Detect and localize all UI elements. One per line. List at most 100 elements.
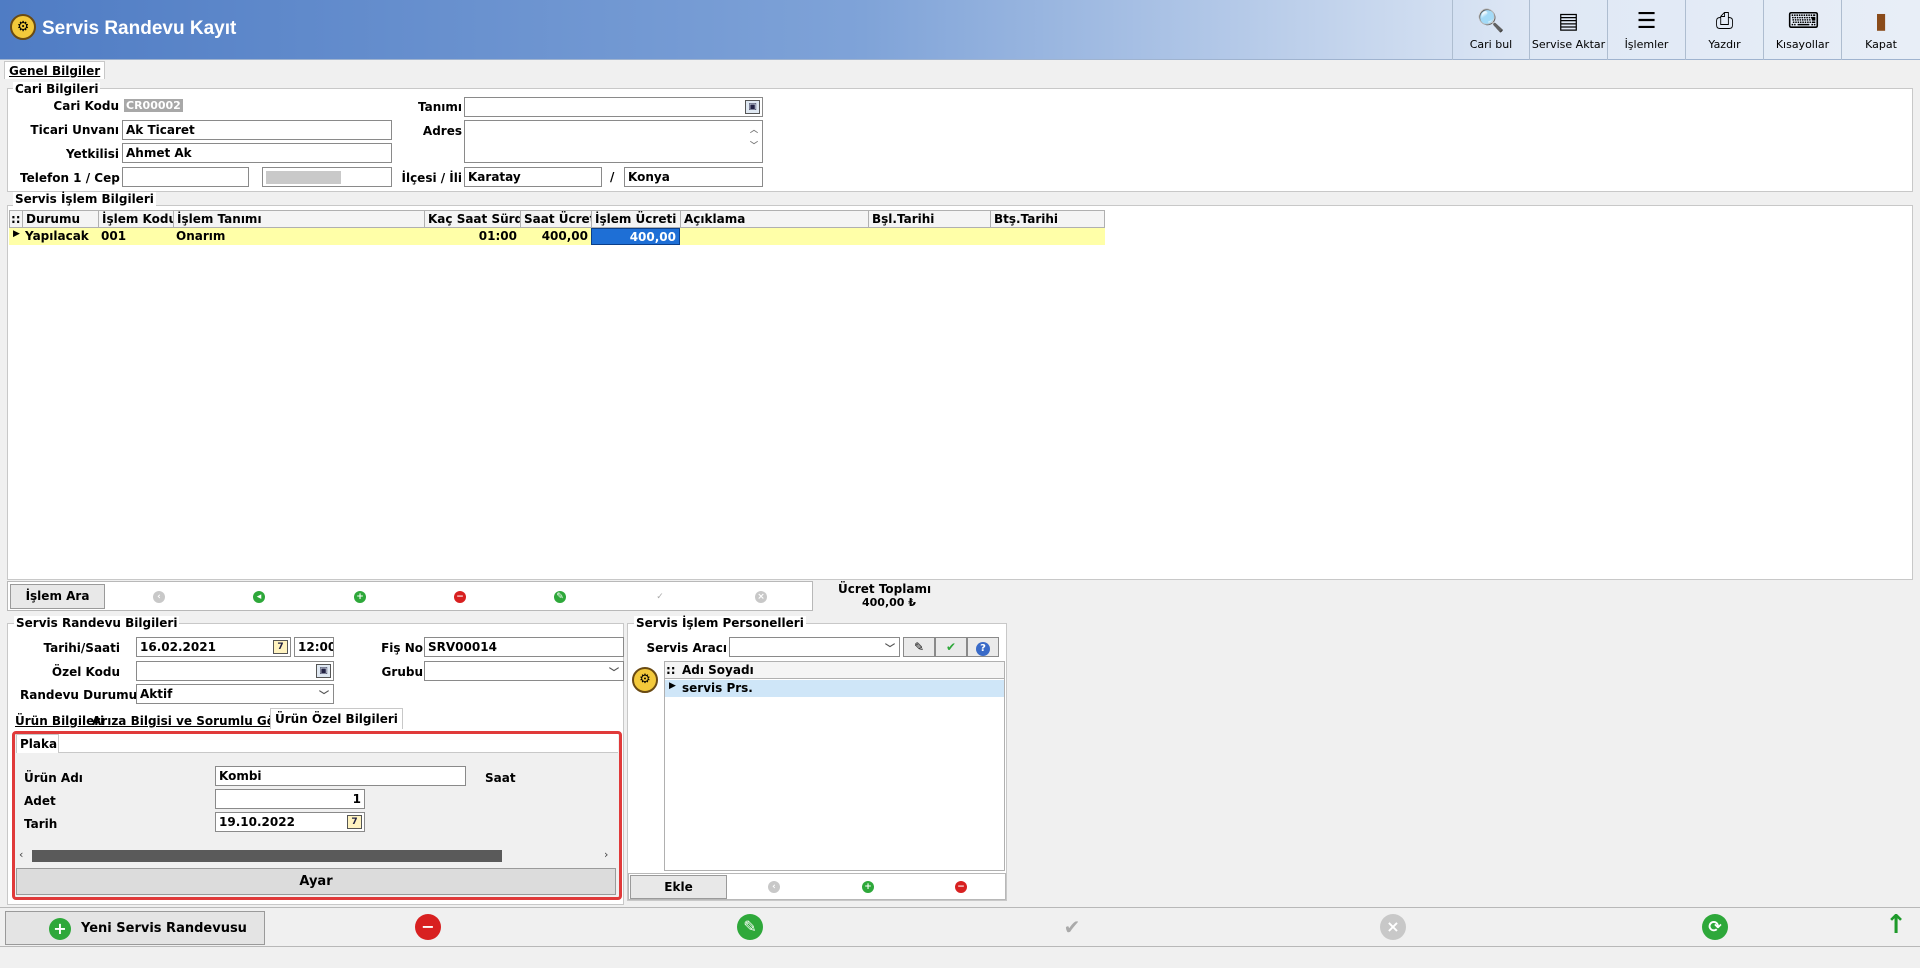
nav-edit-icon[interactable]: ✎	[554, 591, 566, 603]
ilce-il-separator: /	[610, 170, 615, 184]
islem-ara-button[interactable]: İşlem Ara	[10, 584, 105, 609]
personel-name[interactable]: servis Prs.	[679, 680, 979, 697]
col-bts-tarihi[interactable]: Btş.Tarihi	[991, 211, 1104, 228]
edit-icon[interactable]: ✎	[737, 914, 763, 940]
nav-confirm-icon[interactable]: ✓	[654, 591, 666, 603]
islemler-button[interactable]: ☰ İşlemler	[1608, 0, 1686, 60]
tarih2-field[interactable]: 19.10.2022 7	[215, 812, 365, 832]
chevron-down-icon: ﹀	[319, 691, 329, 702]
yeni-servis-label: Yeni Servis Randevusu	[81, 921, 247, 936]
adres-scrollbar[interactable]: ︿ ﹀	[747, 122, 761, 161]
horizontal-scrollbar[interactable]: ‹ ›	[16, 847, 616, 864]
urun-adi-field[interactable]: Kombi	[215, 766, 466, 786]
col-islem-tanimi[interactable]: İşlem Tanımı	[174, 211, 425, 228]
add-icon: +	[49, 918, 71, 940]
tarih2-label: Tarih	[24, 817, 58, 831]
col-handle: ::	[10, 211, 23, 228]
nav-first-icon[interactable]: ‹	[768, 881, 780, 893]
servise-aktar-button[interactable]: ▤ Servise Aktar	[1530, 0, 1608, 60]
cell-islem-kodu[interactable]: 001	[98, 228, 173, 245]
ucret-toplami-value: 400,00 ₺	[862, 596, 916, 609]
list-item[interactable]: ▶ servis Prs.	[665, 680, 1004, 697]
islem-grid: :: Durumu İşlem Kodu İşlem Tanımı Kaç Sa…	[9, 210, 1105, 246]
cell-bts-tarihi[interactable]	[990, 228, 1103, 245]
lookup-icon[interactable]: ▣	[745, 100, 760, 114]
col-islem-ucreti[interactable]: İşlem Ücreti	[592, 211, 681, 228]
cell-durum[interactable]: Yapılacak	[22, 228, 98, 245]
il-field[interactable]: Konya	[624, 167, 763, 187]
confirm-icon[interactable]: ✔	[1059, 914, 1085, 940]
yetkili-label: Yetkilisi	[65, 147, 119, 161]
yazdir-button[interactable]: ⎙ Yazdır	[1686, 0, 1764, 60]
scroll-left-icon[interactable]: ‹	[19, 848, 23, 861]
nav-cancel-icon[interactable]: ×	[755, 591, 767, 603]
cari-bilgileri-title: Cari Bilgileri	[13, 82, 101, 96]
ozel-kodu-field[interactable]: ▣	[136, 661, 334, 681]
tab-plaka[interactable]: Plaka	[16, 734, 59, 753]
nav-prev-icon[interactable]: ◂	[253, 591, 265, 603]
ayar-button[interactable]: Ayar	[16, 868, 616, 895]
calendar-icon[interactable]: 7	[273, 640, 288, 654]
ilce-field[interactable]: Karatay	[464, 167, 602, 187]
cari-bul-button[interactable]: 🔍 Cari bul	[1452, 0, 1530, 60]
plaka-tab-strip	[59, 734, 618, 753]
nav-first-icon[interactable]: ‹	[153, 591, 165, 603]
servis-araci-select[interactable]: ﹀	[729, 637, 900, 657]
saat-field[interactable]: 12:00	[294, 637, 334, 657]
nav-add-icon[interactable]: +	[862, 881, 874, 893]
telefon-field[interactable]	[122, 167, 249, 187]
randevu-durumu-select[interactable]: Aktif ﹀	[136, 684, 334, 704]
kapat-button[interactable]: ▮ Kapat	[1842, 0, 1920, 60]
col-kac-saat[interactable]: Kaç Saat Sürdü	[425, 211, 521, 228]
adet-label: Adet	[24, 794, 56, 808]
nav-delete-icon[interactable]: −	[955, 881, 967, 893]
servis-islem-group	[7, 205, 1913, 580]
col-bsl-tarihi[interactable]: Bşl.Tarihi	[869, 211, 991, 228]
table-row[interactable]: ▶ Yapılacak 001 Onarım 01:00 400,00 400,…	[9, 228, 1105, 245]
tarih-field[interactable]: 16.02.2021 7	[136, 637, 291, 657]
col-islem-kodu[interactable]: İşlem Kodu	[99, 211, 174, 228]
cell-islem-ucreti[interactable]: 400,00	[591, 228, 680, 245]
grubu-select[interactable]: ﹀	[424, 661, 624, 681]
adet-field[interactable]: 1	[215, 789, 365, 809]
arrow-up-icon[interactable]: ↑	[1883, 912, 1909, 938]
calendar-icon[interactable]: 7	[347, 815, 362, 829]
col-aciklama[interactable]: Açıklama	[681, 211, 869, 228]
cancel-icon[interactable]: ×	[1380, 914, 1406, 940]
ticari-unvan-label: Ticari Unvanı	[30, 123, 119, 137]
fis-no-field[interactable]: SRV00014	[424, 637, 624, 657]
cari-kodu-field[interactable]: CR00002	[124, 99, 183, 112]
cell-saat-ucreti[interactable]: 400,00	[520, 228, 591, 245]
col-adi-soyadi[interactable]: Adı Soyadı	[679, 662, 999, 679]
cell-islem-tanimi[interactable]: Onarım	[173, 228, 424, 245]
printer-icon: ⎙	[1715, 9, 1734, 34]
scroll-thumb[interactable]	[32, 850, 502, 862]
refresh-icon[interactable]: ⟳	[1702, 914, 1728, 940]
kisayollar-button[interactable]: ⌨ Kısayollar	[1764, 0, 1842, 60]
nav-delete-icon[interactable]: −	[454, 591, 466, 603]
tab-urun-ozel-bilgileri[interactable]: Ürün Özel Bilgileri	[270, 708, 403, 729]
ozel-kodu-label: Özel Kodu	[51, 665, 120, 679]
cell-kac-saat[interactable]: 01:00	[424, 228, 520, 245]
yeni-servis-randevusu-button[interactable]: + Yeni Servis Randevusu	[5, 911, 265, 945]
delete-icon[interactable]: −	[415, 914, 441, 940]
col-saat-ucreti[interactable]: Saat Ücreti	[521, 211, 592, 228]
grubu-label: Grubu	[381, 665, 423, 679]
tab-genel-bilgiler[interactable]: Genel Bilgiler	[4, 61, 106, 79]
cell-aciklama[interactable]	[680, 228, 868, 245]
ticari-unvan-field[interactable]: Ak Ticaret	[122, 120, 392, 140]
ekle-button[interactable]: Ekle	[630, 875, 727, 899]
adres-field[interactable]: ︿ ﹀	[464, 120, 763, 163]
cell-bsl-tarihi[interactable]	[868, 228, 990, 245]
yetkili-field[interactable]: Ahmet Ak	[122, 143, 392, 163]
telefon-label: Telefon 1 / Cep	[20, 171, 120, 185]
ucret-toplami-label: Ücret Toplamı	[838, 582, 932, 596]
tanimi-field[interactable]: ▣	[464, 97, 763, 117]
nav-add-icon[interactable]: +	[354, 591, 366, 603]
help-arac-button[interactable]: ?	[967, 637, 999, 657]
col-durum[interactable]: Durumu	[23, 211, 99, 228]
scroll-right-icon[interactable]: ›	[604, 848, 608, 861]
confirm-arac-button[interactable]: ✔	[935, 637, 967, 657]
lookup-icon[interactable]: ▣	[316, 664, 331, 678]
edit-arac-button[interactable]: ✎	[903, 637, 935, 657]
